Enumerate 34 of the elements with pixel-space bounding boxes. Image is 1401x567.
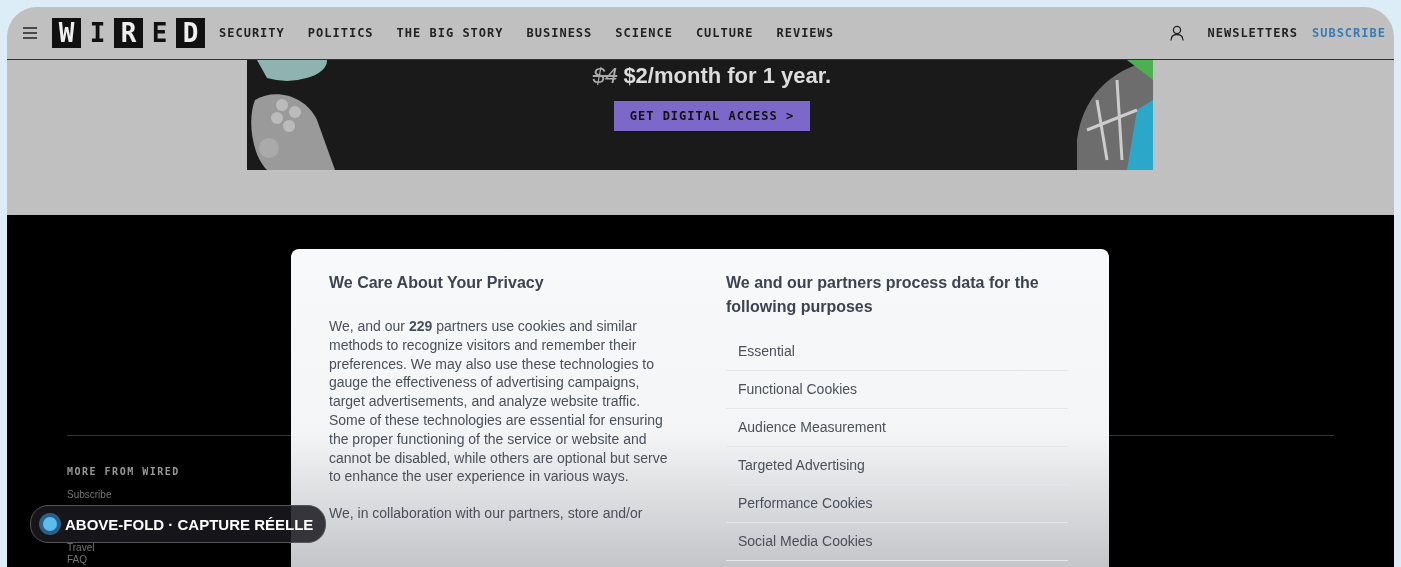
purpose-item[interactable]: Social Media Cookies	[726, 523, 1068, 561]
newsletters-link[interactable]: NEWSLETTERS	[1207, 26, 1298, 40]
nav-link[interactable]: SCIENCE	[615, 26, 673, 40]
badge-label: ABOVE-FOLD · CAPTURE RÉELLE	[65, 515, 314, 533]
get-access-button[interactable]: GET DIGITAL ACCESS >	[613, 101, 811, 131]
logo-letter: E	[150, 18, 169, 48]
purpose-item[interactable]: Performance Cookies	[726, 485, 1068, 523]
price-text: $2/month for 1 year.	[623, 63, 832, 88]
nav-link[interactable]: CULTURE	[695, 26, 754, 40]
footer-link[interactable]: Subscribe	[67, 489, 112, 501]
logo-letter: D	[176, 18, 205, 48]
old-price: $4	[592, 63, 618, 88]
nav-link[interactable]: REVIEWS	[776, 26, 835, 40]
footer-link[interactable]: Travel	[67, 542, 95, 554]
menu-icon[interactable]	[23, 27, 37, 39]
dialog-title: We Care About Your Privacy	[329, 273, 545, 293]
logo-letter: I	[88, 18, 107, 48]
logo-letter: W	[52, 18, 81, 48]
logo-letter: R	[114, 18, 143, 48]
nav-link[interactable]: POLITICS	[307, 26, 374, 40]
nav-link[interactable]: THE BIG STORY	[396, 26, 504, 40]
footer-heading: MORE FROM WIRED	[67, 466, 180, 477]
purpose-item[interactable]: Audience Measurement	[726, 409, 1068, 447]
purpose-item[interactable]: Essential	[726, 333, 1068, 371]
nav-link[interactable]: SECURITY	[219, 26, 285, 40]
consent-paragraph: We, and our 229 partners use cookies and similar methods to recognize visitors and remember their preferences. We may also use these technologies to gauge the effectiveness of advertising campaigns, target advertisements, and analyze website traffic. Some of these technologies are essential for ensuring the proper functioning of the service or website and cannot be disabled, while others are optional but serve to enhance the user experience in various ways.	[329, 317, 669, 487]
user-icon[interactable]	[1170, 25, 1185, 41]
status-dot-icon	[43, 517, 57, 531]
footer-link[interactable]: FAQ	[67, 554, 87, 566]
purpose-item[interactable]: Targeted Advertising	[726, 447, 1068, 485]
nav-link[interactable]: BUSINESS	[526, 26, 593, 40]
purposes-title: We and our partners process data for the following purposes	[726, 273, 1040, 317]
consent-paragraph: We, in collaboration with our partners, store and/or	[329, 504, 644, 523]
purpose-item[interactable]: Functional Cookies	[726, 371, 1068, 409]
